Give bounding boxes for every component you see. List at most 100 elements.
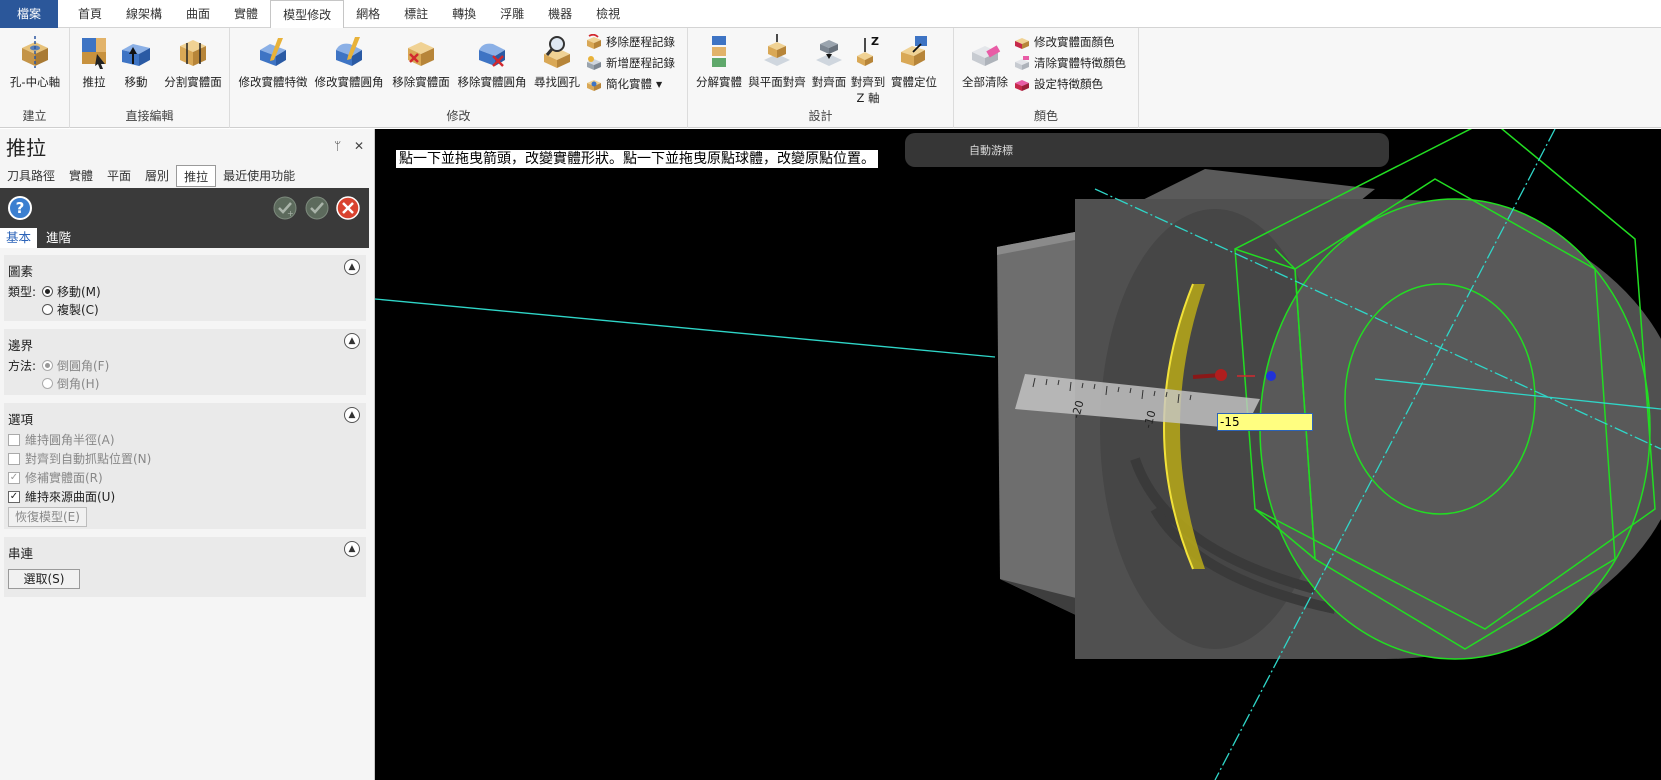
tab-basic[interactable]: 基本 [0, 228, 38, 248]
push-pull-icon [82, 38, 106, 69]
tab-levels[interactable]: 層別 [138, 165, 176, 187]
section-boundary-title: 邊界 [8, 338, 34, 353]
radio-unselected[interactable] [42, 304, 53, 315]
tab-push-pull[interactable]: 推拉 [176, 165, 217, 187]
align-z-button[interactable]: Z 對齊到 Z 軸 [850, 34, 886, 106]
tab-advanced[interactable]: 進階 [40, 228, 77, 248]
align-face-button[interactable]: 對齊面 [810, 34, 848, 90]
type-move-radio[interactable]: 移動(M) [42, 283, 101, 300]
tab-file[interactable]: 檔案 [0, 0, 58, 28]
push-pull-button[interactable]: 推拉 [74, 34, 114, 90]
clear-all-button[interactable]: 全部清除 [960, 34, 1010, 90]
move-button[interactable]: 移動 [116, 34, 156, 90]
clear-feature-color-icon [1015, 56, 1029, 70]
tab-mesh[interactable]: 網格 [344, 0, 392, 28]
split-face-label: 分割實體面 [164, 75, 222, 89]
align-plane-button[interactable]: 與平面對齊 [746, 34, 808, 90]
tab-wireframe[interactable]: 線架構 [114, 0, 174, 28]
dialog-toolbar: ? + [0, 188, 369, 228]
tab-machine[interactable]: 機器 [536, 0, 584, 28]
method-chamfer-radio[interactable]: 倒角(H) [42, 375, 99, 392]
tab-recent-functions[interactable]: 最近使用功能 [216, 165, 302, 187]
align-snap-checkbox[interactable]: 對齊到自動抓點位置(N) [8, 450, 151, 467]
origin-sphere-icon[interactable] [1266, 371, 1276, 381]
nut-front-face[interactable] [997, 231, 1080, 617]
group-modify-label: 修改 [446, 109, 471, 123]
method-fillet-radio[interactable]: 倒圓角(F) [42, 357, 109, 374]
tab-surface[interactable]: 曲面 [174, 0, 222, 28]
tab-planes[interactable]: 平面 [100, 165, 138, 187]
checkbox-checked[interactable]: ✓ [8, 490, 20, 503]
cancel-icon[interactable] [336, 196, 360, 220]
type-copy-label: 複製(C) [57, 303, 99, 317]
align-plane-label: 與平面對齊 [748, 75, 806, 89]
floating-toolbar[interactable]: 自動游標 [905, 133, 1389, 167]
remove-face-button[interactable]: 移除實體面 [390, 34, 452, 90]
ok-icon[interactable] [305, 196, 329, 220]
keep-source-checkbox[interactable]: ✓ 維持來源曲面(U) [8, 488, 115, 505]
model-view[interactable]: -20 -10 [375, 129, 1661, 780]
keep-radius-checkbox[interactable]: 維持圓角半徑(A) [8, 431, 115, 448]
auto-cursor-label[interactable]: 自動游標 [969, 142, 1013, 158]
split-face-button[interactable]: 分割實體面 [160, 34, 226, 90]
checkbox-unchecked[interactable] [8, 452, 20, 465]
disassemble-label: 分解實體 [696, 75, 742, 89]
chevron-up-icon[interactable]: ▲ [344, 407, 360, 423]
set-feature-color-button[interactable]: 設定特徵顏色 [1014, 74, 1103, 94]
align-face-label: 對齊面 [811, 75, 847, 89]
simplify-button[interactable]: 簡化實體 ▼ [586, 74, 662, 94]
radio-unselected[interactable] [42, 378, 53, 389]
tab-transform[interactable]: 轉換 [440, 0, 488, 28]
type-copy-radio[interactable]: 複製(C) [42, 301, 99, 318]
modify-face-color-button[interactable]: 修改實體面顏色 [1014, 32, 1115, 52]
close-icon[interactable]: ✕ [354, 139, 364, 153]
remove-fillet-icon [479, 43, 505, 67]
restore-model-button[interactable]: 恢復模型(E) [8, 507, 87, 527]
remove-fillet-label: 移除實體圓角 [457, 75, 527, 89]
add-history-button[interactable]: 新增歷程記錄 [586, 53, 675, 73]
find-hole-button[interactable]: 尋找圓孔 [532, 34, 582, 90]
hole-axis-button[interactable]: 孔-中心軸 [6, 34, 64, 90]
instruction-hint: 點一下並拖曳箭頭，改變實體形狀。點一下並拖曳原點球體，改變原點位置。 [395, 149, 879, 169]
help-icon[interactable]: ? [8, 196, 32, 220]
align-z-label-2: Z 軸 [856, 91, 880, 105]
pin-icon[interactable]: ᛘ [334, 139, 341, 153]
tab-home[interactable]: 首頁 [66, 0, 114, 28]
remove-history-button[interactable]: 移除歷程記錄 [586, 32, 675, 52]
chevron-up-icon[interactable]: ▲ [344, 541, 360, 557]
chevron-up-icon[interactable]: ▲ [344, 259, 360, 275]
push-pull-label: 推拉 [82, 75, 106, 89]
type-move-label: 移動(M) [57, 285, 101, 299]
tab-model-modify[interactable]: 模型修改 [270, 0, 345, 29]
tab-relief[interactable]: 浮雕 [488, 0, 536, 28]
radio-selected[interactable] [42, 286, 53, 297]
align-snap-label: 對齊到自動抓點位置(N) [25, 452, 152, 466]
solid-position-button[interactable]: 實體定位 [888, 34, 940, 90]
radio-selected[interactable] [42, 360, 53, 371]
repair-solid-checkbox[interactable]: ✓ 修補實體面(R) [8, 469, 103, 486]
tab-solid[interactable]: 實體 [222, 0, 270, 28]
apply-continue-icon[interactable]: + [273, 196, 297, 220]
checkbox-checked[interactable]: ✓ [8, 471, 20, 484]
checkbox-unchecked[interactable] [8, 433, 20, 446]
clear-feature-color-button[interactable]: 清除實體特徵顏色 [1014, 53, 1126, 73]
cylinder-end-face[interactable] [1259, 198, 1651, 660]
select-chain-button[interactable]: 選取(S) [8, 569, 80, 589]
chevron-up-icon[interactable]: ▲ [344, 333, 360, 349]
modify-fillet-button[interactable]: 修改實體圓角 [312, 34, 386, 90]
modify-feature-button[interactable]: 修改實體特徵 [236, 34, 310, 90]
tab-dimension[interactable]: 標註 [392, 0, 440, 28]
disassemble-button[interactable]: 分解實體 [694, 34, 744, 90]
disassemble-icon [712, 36, 726, 67]
distance-input[interactable] [1217, 413, 1313, 431]
tab-view[interactable]: 檢視 [584, 0, 632, 28]
tab-toolpaths[interactable]: 刀具路徑 [0, 165, 62, 187]
graphics-viewport[interactable]: -20 -10 自動游標 點一下並拖曳箭頭，改變實體形狀。點一下並拖曳原點球體，… [375, 129, 1661, 780]
chevron-down-icon[interactable]: ▼ [656, 80, 662, 89]
remove-fillet-button[interactable]: 移除實體圓角 [456, 34, 528, 90]
tab-solids[interactable]: 實體 [62, 165, 100, 187]
drag-arrow-icon[interactable] [1215, 369, 1227, 381]
section-chain-title: 串連 [8, 546, 34, 561]
manager-tabs: 刀具路徑 實體 平面 層別 推拉 最近使用功能 [0, 165, 375, 187]
method-chamfer-label: 倒角(H) [57, 377, 100, 391]
